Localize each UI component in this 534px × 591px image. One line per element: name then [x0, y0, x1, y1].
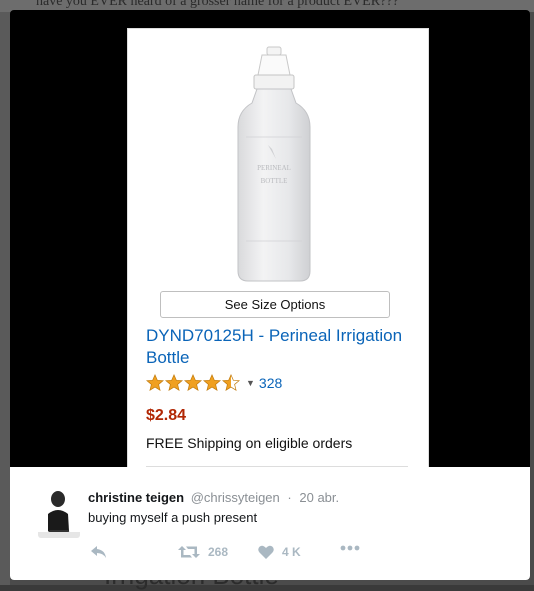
- tweet-media[interactable]: PERINEAL BOTTLE See Size Options DYND701…: [102, 10, 436, 468]
- star-icon: [146, 374, 164, 391]
- product-title-link[interactable]: DYND70125H - Perineal Irrigation Bottle: [146, 325, 416, 369]
- tweet-actions: 268 4 K: [90, 545, 370, 565]
- see-size-options-button[interactable]: See Size Options: [160, 291, 390, 318]
- author-line: christine teigen @chrissyteigen · 20 abr…: [88, 490, 339, 505]
- rating-count-link[interactable]: 328: [259, 375, 282, 391]
- star-icon: [203, 374, 221, 391]
- shipping-info: FREE Shipping on eligible orders: [146, 435, 353, 451]
- more-icon: [340, 545, 360, 551]
- retweet-button[interactable]: 268: [178, 545, 228, 559]
- product-card: PERINEAL BOTTLE See Size Options DYND701…: [127, 28, 429, 468]
- background-left-bar: [0, 12, 10, 585]
- author-handle[interactable]: @chrissyteigen: [191, 490, 280, 505]
- tweet-timestamp[interactable]: 20 abr.: [299, 490, 339, 505]
- product-bottle-image: PERINEAL BOTTLE: [237, 46, 311, 282]
- reply-icon: [91, 546, 106, 558]
- star-rating[interactable]: [146, 374, 240, 392]
- retweet-icon: [178, 546, 200, 558]
- avatar[interactable]: [38, 486, 80, 538]
- svg-text:BOTTLE: BOTTLE: [261, 177, 288, 185]
- half-star-icon: [222, 374, 240, 391]
- more-button[interactable]: [340, 545, 360, 551]
- product-price: $2.84: [146, 407, 187, 424]
- media-modal: PERINEAL BOTTLE See Size Options DYND701…: [10, 10, 530, 580]
- tweet-details: christine teigen @chrissyteigen · 20 abr…: [10, 467, 530, 580]
- like-count: 4 K: [282, 545, 301, 559]
- svg-text:PERINEAL: PERINEAL: [257, 164, 291, 172]
- rating-row: ▼ 328: [146, 373, 282, 393]
- author-name[interactable]: christine teigen: [88, 490, 184, 505]
- background-tweet-text: have you EVER heard of a grosser name fo…: [36, 0, 399, 9]
- star-icon: [184, 374, 202, 391]
- reply-button[interactable]: [90, 545, 108, 559]
- caret-down-icon[interactable]: ▼: [246, 378, 255, 388]
- retweet-count: 268: [208, 545, 229, 559]
- heart-icon: [258, 545, 274, 559]
- tweet-text: buying myself a push present: [88, 510, 258, 525]
- separator-dot: ·: [287, 490, 292, 505]
- like-button[interactable]: 4 K: [258, 545, 301, 559]
- star-icon: [165, 374, 183, 391]
- avatar-image: [38, 486, 80, 538]
